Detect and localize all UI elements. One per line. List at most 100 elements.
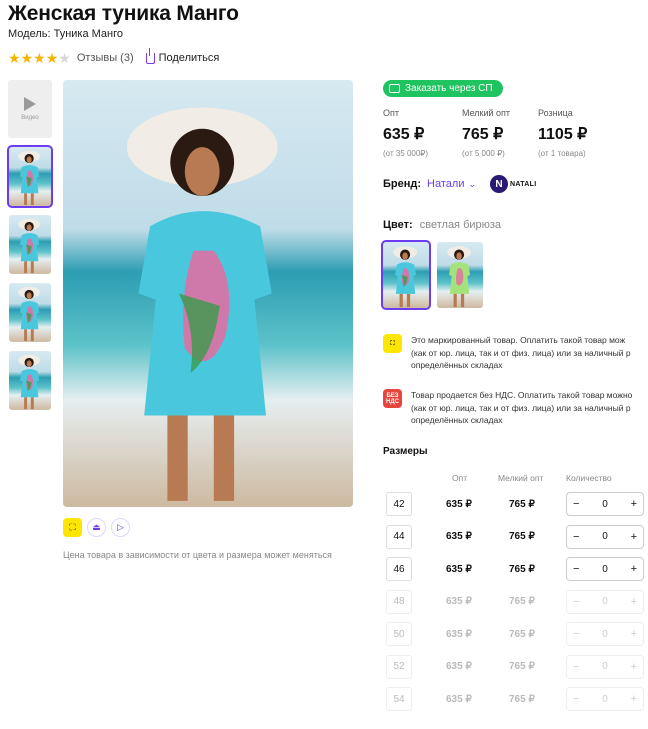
brand-link[interactable]: Натали <box>427 178 464 190</box>
size-price-opt: 635 ₽ <box>446 661 472 672</box>
quantity-stepper[interactable]: − 0 + <box>566 557 644 581</box>
brand-logo[interactable]: N NATALI <box>490 175 536 193</box>
hanger-icon[interactable]: ⏏ <box>87 518 106 537</box>
product-title: Женская туника Манго <box>8 2 239 25</box>
price-label: Мелкий опт <box>462 108 511 118</box>
thumbnail-image <box>9 215 51 274</box>
plus-icon: + <box>630 595 637 608</box>
header-quantity: Количество <box>566 473 612 483</box>
minus-icon: − <box>573 660 580 673</box>
thumbnail-image <box>9 147 51 206</box>
price-condition: (от 35 000₽) <box>383 149 429 158</box>
gallery-thumbnail[interactable] <box>9 351 51 410</box>
minus-icon: − <box>573 693 580 705</box>
reviews-link[interactable]: Отзывы (3) <box>77 52 134 64</box>
size-row: 54 635 ₽ 765 ₽ − 0 + <box>386 687 648 711</box>
size-price-small-opt: 765 ₽ <box>509 628 535 640</box>
price-condition: (от 5 000 ₽) <box>462 149 505 158</box>
star-icon: ★ <box>8 50 21 66</box>
gallery-thumbnail[interactable] <box>9 283 51 342</box>
size-row: 50 635 ₽ 765 ₽ − 0 + <box>386 622 648 646</box>
order-joint-purchase-button[interactable]: Заказать через СП <box>383 80 503 97</box>
product-photo <box>63 80 353 507</box>
image-badges: ⛶ ⏏ ▷ <box>63 518 130 537</box>
size-value: 48 <box>386 589 412 614</box>
swatch-image <box>383 242 429 308</box>
price-note: Цена товара в зависимости от цвета и раз… <box>63 550 332 560</box>
gallery-thumbnail[interactable] <box>9 215 51 274</box>
marked-notice-text: Это маркированный товар. Оплатить такой … <box>411 335 631 370</box>
no-vat-icon: БЕЗ НДС <box>383 389 402 408</box>
size-value: 42 <box>386 492 412 516</box>
video-label: Видео <box>21 115 39 121</box>
size-price-opt: 635 ₽ <box>446 563 472 575</box>
size-value: 54 <box>386 687 412 711</box>
thumbnail-image <box>9 283 51 342</box>
natali-logo-text: NATALI <box>510 180 537 188</box>
plus-icon[interactable]: + <box>631 498 637 510</box>
minus-icon[interactable]: − <box>573 563 579 575</box>
sizes-title: Размеры <box>383 446 428 457</box>
vat-notice: БЕЗ НДС Товар продается без НДС. Оплатит… <box>383 389 648 427</box>
quantity-stepper: − 0 + <box>566 622 644 646</box>
marking-icon: ⛶ <box>383 334 402 353</box>
star-icon: ★ <box>20 50 34 66</box>
play-small-icon[interactable]: ▷ <box>111 518 130 537</box>
plus-icon[interactable]: + <box>631 563 637 575</box>
size-row: 44 635 ₽ 765 ₽ − 0 + <box>386 524 648 549</box>
size-row: 48 635 ₽ 765 ₽ − 0 + <box>386 589 648 614</box>
star-icon: ★ <box>45 50 59 66</box>
size-price-small-opt: 765 ₽ <box>509 693 535 705</box>
minus-icon[interactable]: − <box>573 498 579 510</box>
quantity-stepper: − 0 + <box>566 589 644 614</box>
product-model: Модель: Туника Манго <box>8 28 124 40</box>
plus-icon: + <box>630 693 637 705</box>
color-swatch-light-turquoise[interactable] <box>381 240 431 310</box>
quantity-stepper[interactable]: − 0 + <box>566 524 644 549</box>
chevron-down-icon[interactable]: ⌄ <box>468 179 476 190</box>
share-button[interactable]: Поделиться <box>145 47 220 64</box>
size-price-small-opt: 765 ₽ <box>509 531 535 542</box>
size-row: 52 635 ₽ 765 ₽ − 0 + <box>386 654 648 679</box>
quantity-value[interactable]: 0 <box>602 564 608 575</box>
quantity-value[interactable]: 0 <box>602 531 608 542</box>
size-price-opt: 635 ₽ <box>446 693 472 705</box>
price-value: 765 ₽ <box>462 126 504 143</box>
color-row: Цвет: светлая бирюза <box>383 219 501 231</box>
marked-product-notice: ⛶ Это маркированный товар. Оплатить тако… <box>383 334 648 372</box>
quantity-value: 0 <box>602 628 608 640</box>
marking-icon[interactable]: ⛶ <box>63 518 82 537</box>
size-price-small-opt: 765 ₽ <box>509 661 535 672</box>
color-swatch-green[interactable] <box>437 242 483 308</box>
size-value: 50 <box>386 622 412 646</box>
minus-icon: − <box>573 595 580 608</box>
header-small-opt: Мелкий опт <box>498 473 544 483</box>
minus-icon[interactable]: − <box>573 531 579 543</box>
brand-label: Бренд: <box>383 178 422 190</box>
play-icon <box>24 97 36 111</box>
quantity-stepper: − 0 + <box>566 687 644 711</box>
size-value: 52 <box>386 654 412 679</box>
minus-icon: − <box>573 628 580 640</box>
color-value: светлая бирюза <box>419 219 502 231</box>
rating-row: ★ ★ ★ ★ ★ Отзывы (3) Поделиться <box>8 47 220 66</box>
size-value: 44 <box>386 524 412 549</box>
brand-row: Бренд: Натали ⌄ N NATALI <box>383 175 536 193</box>
size-price-opt: 635 ₽ <box>446 531 472 542</box>
main-product-image[interactable] <box>63 80 353 507</box>
size-value: 46 <box>386 557 412 581</box>
price-label: Опт <box>383 108 399 118</box>
price-value: 1105 ₽ <box>538 126 588 143</box>
quantity-value: 0 <box>602 693 608 705</box>
star-icon: ★ <box>58 50 71 66</box>
quantity-stepper[interactable]: − 0 + <box>566 492 644 516</box>
natali-logo-icon: N <box>490 175 509 193</box>
size-price-small-opt: 765 ₽ <box>509 498 535 510</box>
quantity-value[interactable]: 0 <box>602 499 608 510</box>
plus-icon[interactable]: + <box>631 531 637 543</box>
plus-icon: + <box>630 660 637 673</box>
video-thumbnail[interactable]: Видео <box>8 80 52 138</box>
size-price-small-opt: 765 ₽ <box>509 596 535 607</box>
share-label: Поделиться <box>158 52 220 64</box>
gallery-thumbnail[interactable] <box>7 145 53 208</box>
